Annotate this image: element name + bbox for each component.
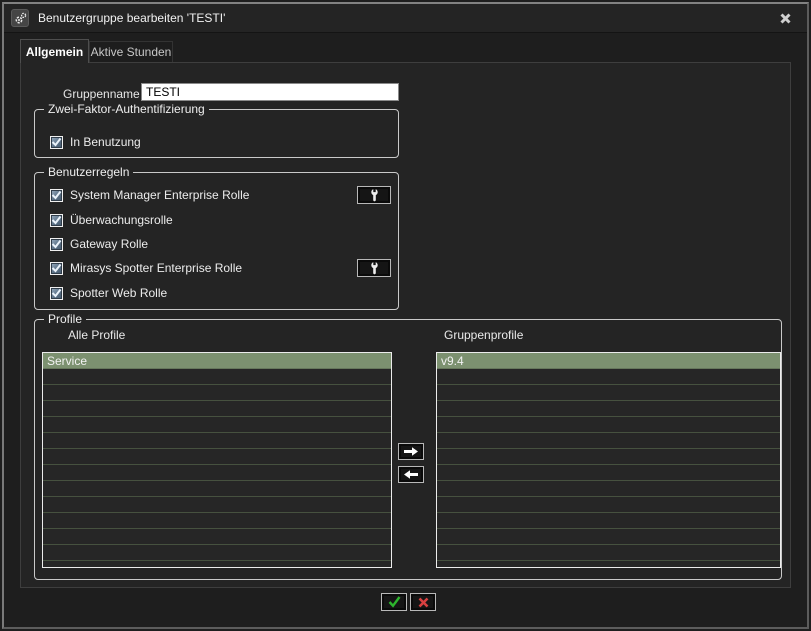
mirasys-spotter-settings-button[interactable]	[357, 259, 391, 277]
system-manager-settings-button[interactable]	[357, 186, 391, 204]
tab-page-allgemein: Gruppenname Zwei-Faktor-Authentifizierun…	[20, 62, 791, 588]
tab-allgemein[interactable]: Allgemein	[20, 39, 89, 63]
mirasys-spotter-rolle-checkbox[interactable]	[50, 262, 63, 275]
all-profiles-label: Alle Profile	[68, 328, 125, 342]
in-benutzung-label: In Benutzung	[70, 135, 141, 149]
empty-list-row	[43, 385, 391, 401]
system-manager-rolle-label: System Manager Enterprise Rolle	[70, 188, 249, 202]
arrow-left-icon	[404, 470, 418, 479]
empty-list-row	[43, 545, 391, 561]
arrow-right-icon	[404, 447, 418, 456]
close-icon[interactable]	[775, 9, 795, 27]
move-left-button[interactable]	[398, 466, 424, 483]
empty-list-row	[437, 369, 780, 385]
mirasys-spotter-rolle-label: Mirasys Spotter Enterprise Rolle	[70, 261, 242, 275]
profiles-groupbox-title: Profile	[44, 312, 86, 326]
two-factor-groupbox-title: Zwei-Faktor-Authentifizierung	[44, 102, 209, 116]
empty-list-row	[43, 417, 391, 433]
empty-list-row	[437, 513, 780, 529]
empty-list-row	[43, 449, 391, 465]
ueberwachungsrolle-label: Überwachungsrolle	[70, 213, 173, 227]
spotter-web-rolle-label: Spotter Web Rolle	[70, 286, 167, 300]
gateway-rolle-label: Gateway Rolle	[70, 237, 148, 251]
list-item-v94[interactable]: v9.4	[437, 353, 780, 369]
cancel-button[interactable]	[410, 593, 436, 611]
user-rule-row: System Manager Enterprise Rolle	[50, 186, 391, 204]
empty-list-row	[437, 417, 780, 433]
user-rules-groupbox-title: Benutzerregeln	[44, 165, 133, 179]
wrench-icon	[369, 189, 380, 202]
group-profiles-list[interactable]: v9.4	[436, 352, 781, 568]
title-bar[interactable]: Benutzergruppe bearbeiten 'TESTI'	[4, 4, 807, 33]
ueberwachungsrolle-checkbox[interactable]	[50, 214, 63, 227]
check-icon	[388, 596, 401, 608]
empty-list-row	[43, 369, 391, 385]
empty-list-row	[437, 433, 780, 449]
edit-user-group-dialog: Benutzergruppe bearbeiten 'TESTI' Allgem…	[0, 0, 811, 631]
profiles-groupbox: Profile Alle Profile Gruppenprofile Serv…	[34, 319, 782, 580]
empty-list-row	[437, 401, 780, 417]
group-profiles-label: Gruppenprofile	[444, 328, 523, 342]
user-rule-row: Gateway Rolle	[50, 235, 391, 253]
empty-list-row	[43, 497, 391, 513]
in-benutzung-row: In Benutzung	[50, 133, 391, 151]
empty-list-row	[437, 465, 780, 481]
group-name-label: Gruppenname	[63, 87, 140, 101]
cross-icon	[418, 597, 429, 608]
tab-aktive-stunden[interactable]: Aktive Stunden	[89, 41, 173, 62]
move-right-button[interactable]	[398, 443, 424, 460]
ok-button[interactable]	[381, 593, 407, 611]
empty-list-row	[437, 529, 780, 545]
user-group-gears-icon	[11, 9, 29, 27]
all-profiles-list[interactable]: Service	[42, 352, 392, 568]
empty-list-row	[437, 497, 780, 513]
empty-list-row	[43, 481, 391, 497]
empty-list-row	[437, 385, 780, 401]
user-rules-groupbox: Benutzerregeln System Manager Enterprise…	[34, 172, 399, 310]
user-rule-row: Überwachungsrolle	[50, 211, 391, 229]
empty-list-row	[437, 449, 780, 465]
user-rule-row: Spotter Web Rolle	[50, 284, 391, 302]
list-item-service[interactable]: Service	[43, 353, 391, 369]
user-rule-row: Mirasys Spotter Enterprise Rolle	[50, 259, 391, 277]
spotter-web-rolle-checkbox[interactable]	[50, 287, 63, 300]
empty-list-row	[43, 401, 391, 417]
window-title: Benutzergruppe bearbeiten 'TESTI'	[38, 11, 225, 25]
system-manager-rolle-checkbox[interactable]	[50, 189, 63, 202]
empty-list-row	[43, 433, 391, 449]
empty-list-row	[437, 545, 780, 561]
empty-list-row	[43, 465, 391, 481]
group-name-input[interactable]	[141, 83, 399, 101]
in-benutzung-checkbox[interactable]	[50, 136, 63, 149]
empty-list-row	[437, 481, 780, 497]
empty-list-row	[43, 529, 391, 545]
empty-list-row	[43, 513, 391, 529]
wrench-icon	[369, 262, 380, 275]
gateway-rolle-checkbox[interactable]	[50, 238, 63, 251]
two-factor-groupbox: Zwei-Faktor-Authentifizierung In Benutzu…	[34, 109, 399, 158]
